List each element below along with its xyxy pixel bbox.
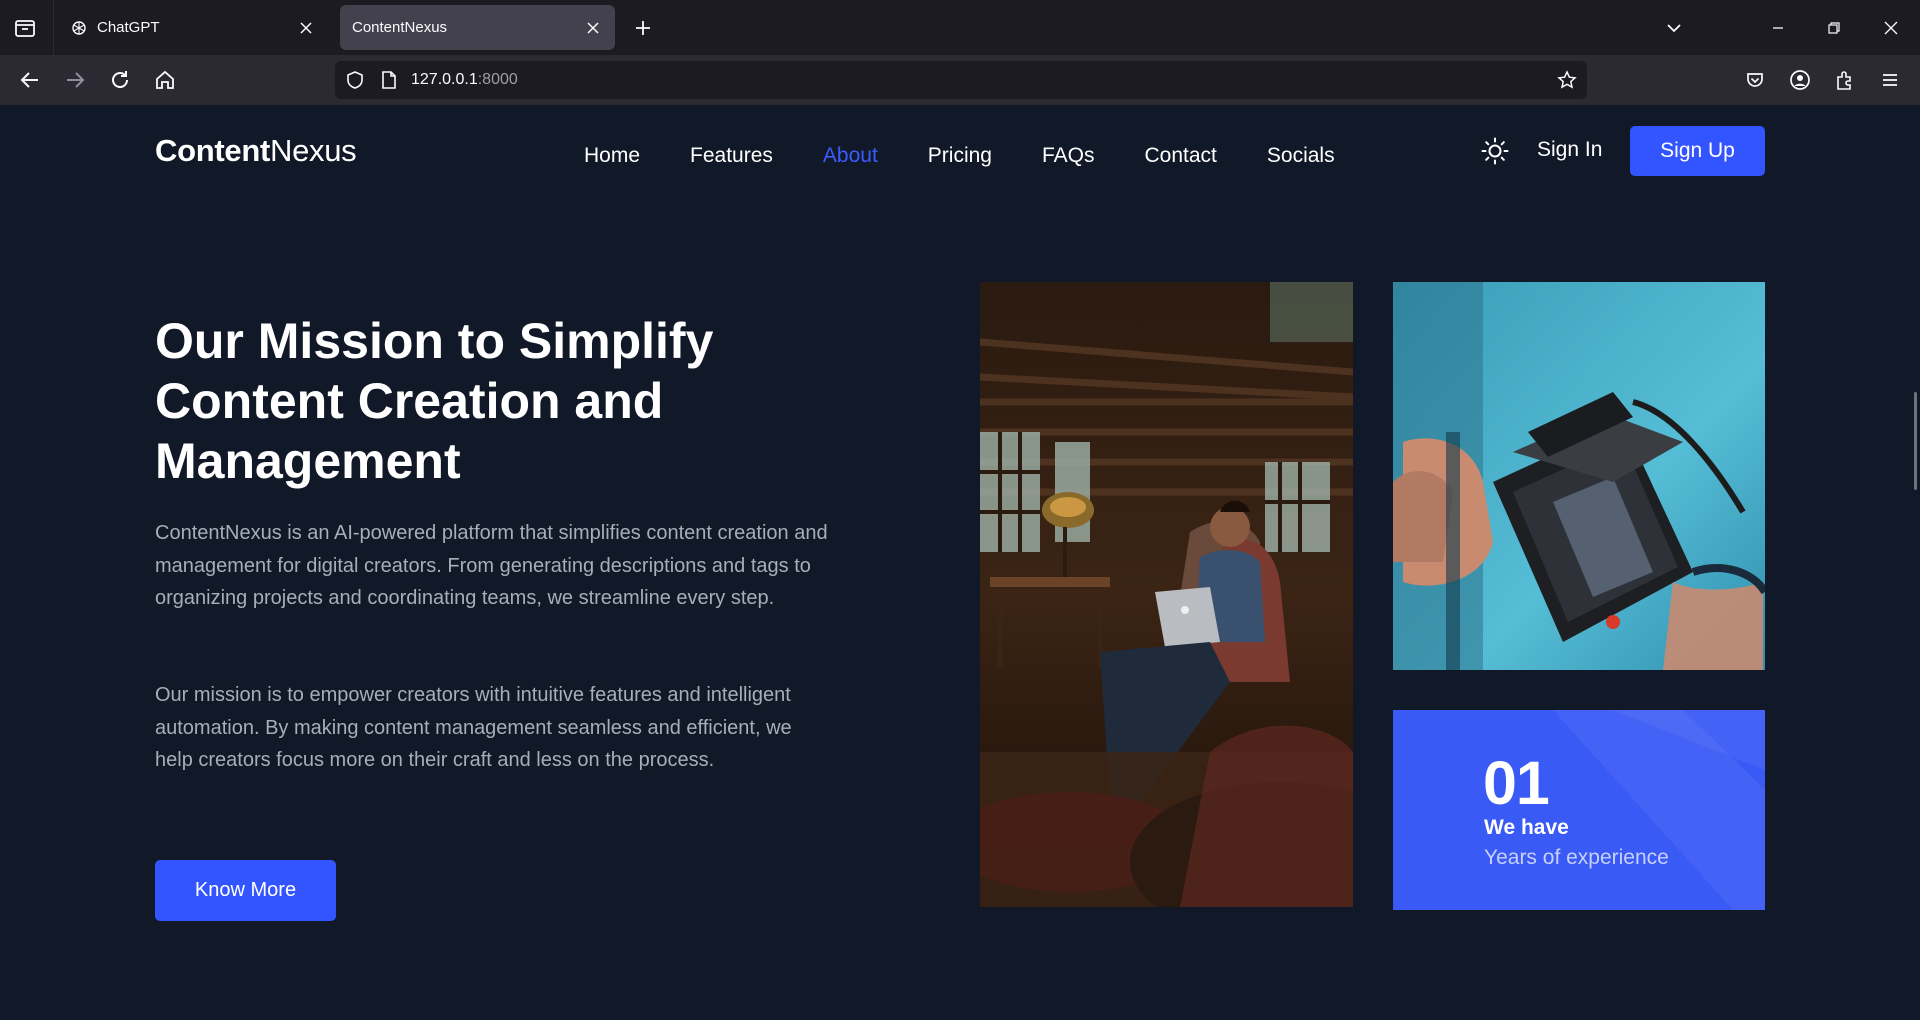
tab-label: ChatGPT bbox=[97, 19, 160, 36]
know-more-button[interactable]: Know More bbox=[155, 860, 336, 921]
tab-list-icon[interactable] bbox=[13, 16, 37, 40]
bookmark-star-icon[interactable] bbox=[1555, 68, 1579, 92]
browser-tab-bar: ChatGPT ContentNexus bbox=[0, 0, 1920, 55]
page-content: ContentNexus Home Features About Pricing… bbox=[0, 105, 1920, 1020]
browser-nav-bar: 127.0.0.1:8000 bbox=[0, 55, 1920, 105]
experience-stat-card: 01 We have Years of experience bbox=[1393, 710, 1765, 910]
address-bar[interactable]: 127.0.0.1:8000 bbox=[335, 61, 1587, 99]
site-nav: Home Features About Pricing FAQs Contact… bbox=[584, 139, 1385, 173]
sign-in-link[interactable]: Sign In bbox=[1537, 138, 1602, 162]
headline-line-3: Management bbox=[155, 433, 461, 489]
headline-line-1: Our Mission to Simplify bbox=[155, 313, 714, 369]
pocket-icon[interactable] bbox=[1740, 65, 1770, 95]
cabin-laptop-photo bbox=[980, 282, 1353, 907]
nav-home[interactable]: Home bbox=[584, 144, 640, 168]
account-icon[interactable] bbox=[1785, 65, 1815, 95]
openai-icon bbox=[70, 19, 87, 36]
nav-features[interactable]: Features bbox=[690, 144, 773, 168]
tab-separator bbox=[53, 0, 54, 55]
tab-chatgpt[interactable]: ChatGPT bbox=[58, 5, 328, 50]
mission-paragraph: Our mission is to empower creators with … bbox=[155, 684, 792, 771]
url-host: 127.0.0.1 bbox=[411, 71, 478, 88]
home-icon[interactable] bbox=[150, 65, 180, 95]
stat-label-2: Years of experience bbox=[1484, 846, 1669, 869]
window-close-icon[interactable] bbox=[1877, 14, 1905, 42]
chevron-down-icon[interactable] bbox=[1660, 14, 1688, 42]
phone-camera-rig-photo bbox=[1393, 282, 1765, 670]
reload-icon[interactable] bbox=[105, 65, 135, 95]
nav-faqs[interactable]: FAQs bbox=[1042, 144, 1095, 168]
close-icon[interactable] bbox=[296, 18, 316, 38]
shield-icon[interactable] bbox=[343, 68, 367, 92]
nav-pricing[interactable]: Pricing bbox=[928, 144, 992, 168]
tab-label: ContentNexus bbox=[352, 19, 448, 36]
forward-icon[interactable] bbox=[60, 65, 90, 95]
intro-paragraph: ContentNexus is an AI-powered platform t… bbox=[155, 522, 828, 609]
tab-contentnexus[interactable]: ContentNexus bbox=[340, 5, 615, 50]
nav-socials[interactable]: Socials bbox=[1267, 144, 1335, 168]
page-scrollbar[interactable] bbox=[1914, 392, 1917, 490]
site-logo[interactable]: ContentNexus bbox=[155, 133, 357, 169]
extensions-icon[interactable] bbox=[1830, 65, 1860, 95]
nav-about[interactable]: About bbox=[823, 144, 878, 168]
page-icon[interactable] bbox=[377, 68, 401, 92]
page-title: Our Mission to Simplify Content Creation… bbox=[155, 311, 845, 491]
headline-line-2: Content Creation and bbox=[155, 373, 664, 429]
close-icon[interactable] bbox=[583, 18, 603, 38]
logo-bold-text: Content bbox=[155, 133, 270, 168]
new-tab-icon[interactable] bbox=[630, 16, 656, 40]
minimize-icon[interactable] bbox=[1764, 14, 1792, 42]
url-text[interactable]: 127.0.0.1:8000 bbox=[411, 71, 518, 89]
logo-light-text: Nexus bbox=[269, 133, 357, 168]
card-decoration bbox=[1553, 710, 1765, 910]
nav-contact[interactable]: Contact bbox=[1145, 144, 1217, 168]
restore-icon[interactable] bbox=[1820, 14, 1848, 42]
url-port: :8000 bbox=[477, 71, 518, 88]
sign-up-button[interactable]: Sign Up bbox=[1630, 126, 1765, 176]
back-icon[interactable] bbox=[15, 65, 45, 95]
sun-icon[interactable] bbox=[1480, 136, 1510, 166]
stat-number: 01 bbox=[1483, 749, 1550, 817]
stat-label-1: We have bbox=[1484, 816, 1569, 839]
menu-icon[interactable] bbox=[1875, 65, 1905, 95]
